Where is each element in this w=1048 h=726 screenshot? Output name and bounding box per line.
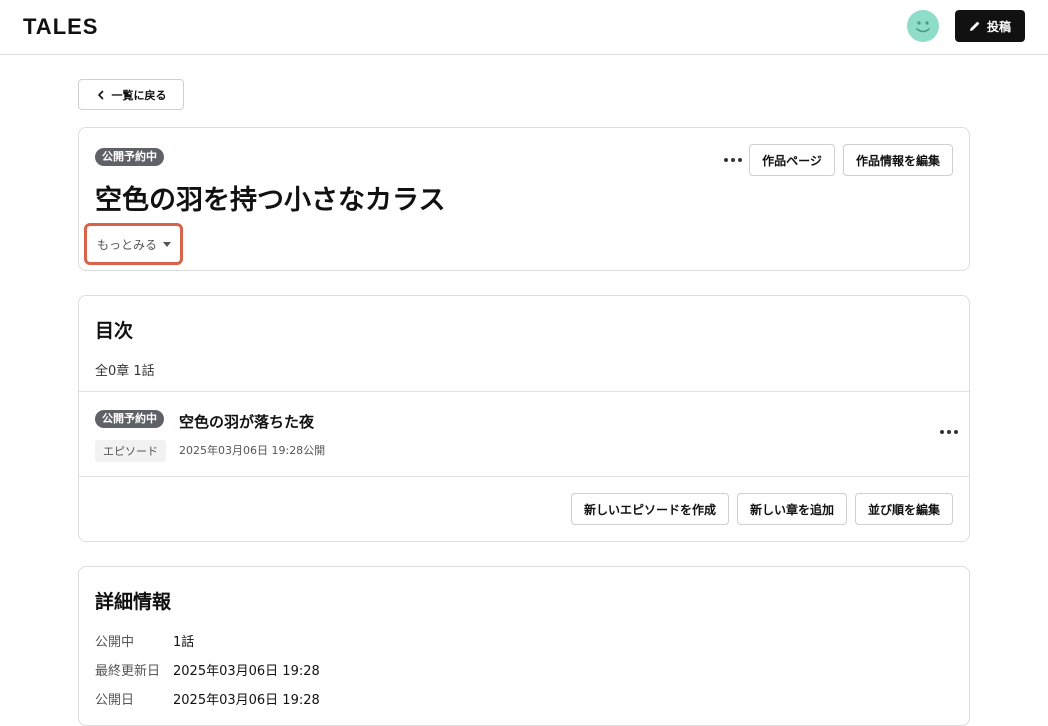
detail-row: 公開日 2025年03月06日 19:28	[95, 689, 320, 708]
detail-label: 公開日	[95, 693, 135, 708]
avatar-smile-icon	[916, 21, 930, 33]
detail-value: 2025年03月06日 19:28	[173, 693, 320, 708]
new-episode-button-label: 新しいエピソードを作成	[583, 502, 716, 517]
episode-more-menu-icon[interactable]	[938, 422, 960, 442]
caret-down-icon	[163, 241, 172, 247]
episode-status-badge: 公開予約中	[95, 410, 164, 428]
reorder-button-label: 並び順を編集	[867, 502, 940, 517]
detail-label: 最終更新日	[95, 664, 161, 679]
toc-card: 目次 全0章 1話 公開予約中 空色の羽が落ちた夜 エピソード 2025年03月…	[78, 295, 970, 542]
user-avatar[interactable]	[907, 10, 939, 42]
episode-title[interactable]: 空色の羽が落ちた夜	[179, 411, 314, 432]
details-title: 詳細情報	[95, 591, 172, 613]
reorder-button[interactable]: 並び順を編集	[855, 493, 953, 525]
show-more-toggle[interactable]: もっとみる	[84, 223, 183, 265]
chevron-left-icon	[97, 90, 103, 99]
edit-work-info-button[interactable]: 作品情報を編集	[843, 144, 953, 176]
new-chapter-button[interactable]: 新しい章を追加	[737, 493, 847, 525]
details-card: 詳細情報 公開中 1話 最終更新日 2025年03月06日 19:28 公開日 …	[78, 566, 970, 726]
detail-value: 1話	[173, 635, 195, 650]
toc-count: 全0章 1話	[95, 364, 155, 379]
episode-date: 2025年03月06日 19:28公開	[179, 444, 326, 457]
site-logo[interactable]: TALES	[23, 14, 98, 40]
work-more-menu-icon[interactable]	[722, 150, 744, 170]
toc-title: 目次	[95, 320, 134, 342]
edit-work-info-button-label: 作品情報を編集	[855, 153, 940, 168]
new-chapter-button-label: 新しい章を追加	[749, 502, 834, 517]
detail-row: 最終更新日 2025年03月06日 19:28	[95, 660, 320, 679]
detail-row: 公開中 1話	[95, 631, 194, 650]
detail-value: 2025年03月06日 19:28	[173, 664, 320, 679]
top-header: TALES 投稿	[0, 0, 1048, 55]
divider	[79, 391, 969, 392]
work-header-card: 公開予約中 空色の羽を持つ小さなカラス 作品ページ 作品情報を編集 もっとみる	[78, 127, 970, 271]
back-button-label: 一覧に戻る	[111, 88, 167, 102]
work-status-badge: 公開予約中	[95, 148, 164, 166]
show-more-label: もっとみる	[97, 237, 158, 252]
work-title: 空色の羽を持つ小さなカラス	[95, 185, 446, 216]
work-page-button-label: 作品ページ	[762, 153, 822, 168]
work-page-button[interactable]: 作品ページ	[749, 144, 835, 176]
post-button-label: 投稿	[986, 19, 1011, 34]
detail-label: 公開中	[95, 635, 135, 650]
divider	[79, 476, 969, 477]
back-to-list-button[interactable]: 一覧に戻る	[78, 79, 184, 110]
pencil-icon	[969, 21, 980, 31]
post-button[interactable]: 投稿	[955, 10, 1025, 42]
episode-type-tag: エピソード	[95, 440, 166, 462]
new-episode-button[interactable]: 新しいエピソードを作成	[571, 493, 729, 525]
